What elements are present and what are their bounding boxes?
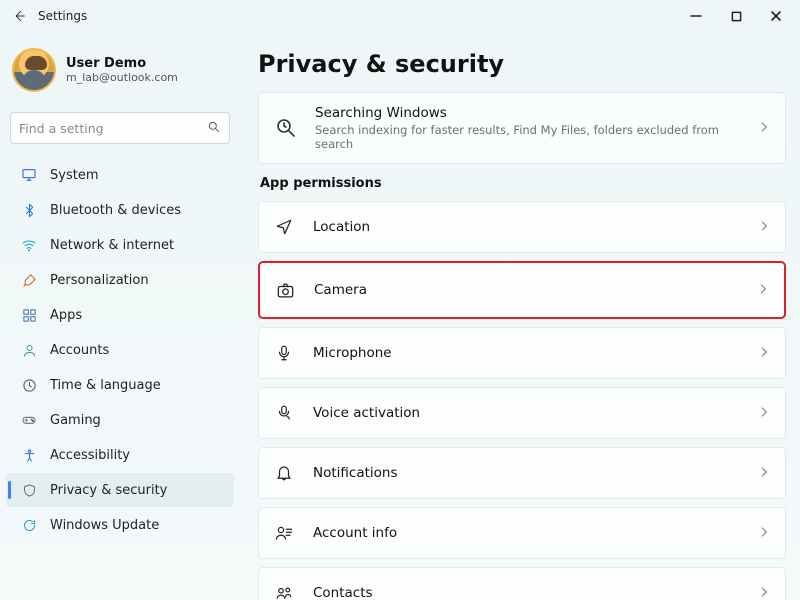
row-label: Voice activation bbox=[313, 405, 739, 421]
location-icon bbox=[273, 218, 295, 236]
permission-row-notifications[interactable]: Notifications bbox=[258, 447, 786, 499]
camera-icon bbox=[274, 281, 296, 300]
maximize-button[interactable] bbox=[716, 0, 756, 32]
minimize-icon bbox=[690, 10, 702, 22]
sidebar-item-accessibility[interactable]: Accessibility bbox=[6, 438, 234, 472]
back-button[interactable] bbox=[4, 9, 34, 23]
permission-row-account-info[interactable]: Account info bbox=[258, 507, 786, 559]
microphone-icon bbox=[273, 344, 295, 362]
sidebar-item-label: Apps bbox=[50, 308, 82, 323]
wifi-icon bbox=[20, 237, 38, 253]
searching-windows-card[interactable]: Searching Windows Search indexing for fa… bbox=[258, 92, 786, 164]
contacts-icon bbox=[273, 584, 295, 600]
sidebar-item-label: Windows Update bbox=[50, 518, 159, 533]
sidebar-nav: System Bluetooth & devices Network & int… bbox=[6, 158, 234, 542]
sidebar-item-label: Time & language bbox=[50, 378, 161, 393]
bluetooth-icon bbox=[20, 203, 38, 218]
shield-icon bbox=[20, 483, 38, 498]
row-label: Contacts bbox=[313, 585, 739, 600]
update-icon bbox=[20, 518, 38, 533]
account-info-icon bbox=[273, 524, 295, 542]
row-label: Account info bbox=[313, 525, 739, 541]
apps-icon bbox=[20, 308, 38, 323]
sidebar-item-windows-update[interactable]: Windows Update bbox=[6, 508, 234, 542]
card-title: Searching Windows bbox=[315, 105, 741, 121]
sidebar-item-personalization[interactable]: Personalization bbox=[6, 263, 234, 297]
card-subtitle: Search indexing for faster results, Find… bbox=[315, 123, 741, 151]
close-icon bbox=[770, 10, 782, 22]
section-label-app-permissions: App permissions bbox=[260, 176, 786, 191]
user-name: User Demo bbox=[66, 56, 178, 71]
voice-icon bbox=[273, 404, 295, 422]
sidebar-item-gaming[interactable]: Gaming bbox=[6, 403, 234, 437]
sidebar-item-label: System bbox=[50, 168, 98, 183]
window-title: Settings bbox=[38, 9, 87, 23]
row-label: Microphone bbox=[313, 345, 739, 361]
permission-row-contacts[interactable]: Contacts bbox=[258, 567, 786, 600]
chevron-right-icon bbox=[757, 524, 771, 543]
sidebar-item-accounts[interactable]: Accounts bbox=[6, 333, 234, 367]
search-input[interactable] bbox=[19, 121, 207, 136]
sidebar-item-time-language[interactable]: Time & language bbox=[6, 368, 234, 402]
maximize-icon bbox=[731, 11, 742, 22]
minimize-button[interactable] bbox=[676, 0, 716, 32]
paintbrush-icon bbox=[20, 273, 38, 288]
row-label: Camera bbox=[314, 282, 738, 298]
gamepad-icon bbox=[20, 412, 38, 428]
user-email: m_lab@outlook.com bbox=[66, 71, 178, 84]
sidebar-item-network[interactable]: Network & internet bbox=[6, 228, 234, 262]
chevron-right-icon bbox=[756, 281, 770, 300]
person-icon bbox=[20, 343, 38, 358]
search-box[interactable] bbox=[10, 112, 230, 144]
row-label: Notifications bbox=[313, 465, 739, 481]
chevron-right-icon bbox=[757, 119, 771, 138]
sidebar-item-label: Network & internet bbox=[50, 238, 174, 253]
clock-icon bbox=[20, 378, 38, 393]
chevron-right-icon bbox=[757, 464, 771, 483]
sidebar-item-label: Accessibility bbox=[50, 448, 130, 463]
search-settings-icon bbox=[273, 116, 299, 140]
search-icon bbox=[207, 119, 221, 138]
sidebar-item-label: Personalization bbox=[50, 273, 149, 288]
sidebar-item-label: Bluetooth & devices bbox=[50, 203, 181, 218]
close-button[interactable] bbox=[756, 0, 796, 32]
permission-row-microphone[interactable]: Microphone bbox=[258, 327, 786, 379]
sidebar-item-apps[interactable]: Apps bbox=[6, 298, 234, 332]
sidebar-item-label: Privacy & security bbox=[50, 483, 167, 498]
page-title: Privacy & security bbox=[258, 50, 786, 78]
avatar bbox=[12, 48, 56, 92]
sidebar: User Demo m_lab@outlook.com System Bluet… bbox=[0, 32, 240, 600]
permission-row-voice-activation[interactable]: Voice activation bbox=[258, 387, 786, 439]
permission-row-camera[interactable]: Camera bbox=[258, 261, 786, 319]
sidebar-item-system[interactable]: System bbox=[6, 158, 234, 192]
chevron-right-icon bbox=[757, 584, 771, 600]
sidebar-item-label: Gaming bbox=[50, 413, 101, 428]
sidebar-item-label: Accounts bbox=[50, 343, 109, 358]
main-panel: Privacy & security Searching Windows Sea… bbox=[240, 32, 800, 600]
chevron-right-icon bbox=[757, 404, 771, 423]
chevron-right-icon bbox=[757, 344, 771, 363]
permission-row-location[interactable]: Location bbox=[258, 201, 786, 253]
accessibility-icon bbox=[20, 448, 38, 463]
row-label: Location bbox=[313, 219, 739, 235]
chevron-right-icon bbox=[757, 218, 771, 237]
titlebar: Settings bbox=[0, 0, 800, 32]
sidebar-item-privacy-security[interactable]: Privacy & security bbox=[6, 473, 234, 507]
bell-icon bbox=[273, 464, 295, 482]
sidebar-item-bluetooth[interactable]: Bluetooth & devices bbox=[6, 193, 234, 227]
arrow-left-icon bbox=[12, 9, 26, 23]
monitor-icon bbox=[20, 167, 38, 183]
user-profile[interactable]: User Demo m_lab@outlook.com bbox=[6, 40, 234, 104]
